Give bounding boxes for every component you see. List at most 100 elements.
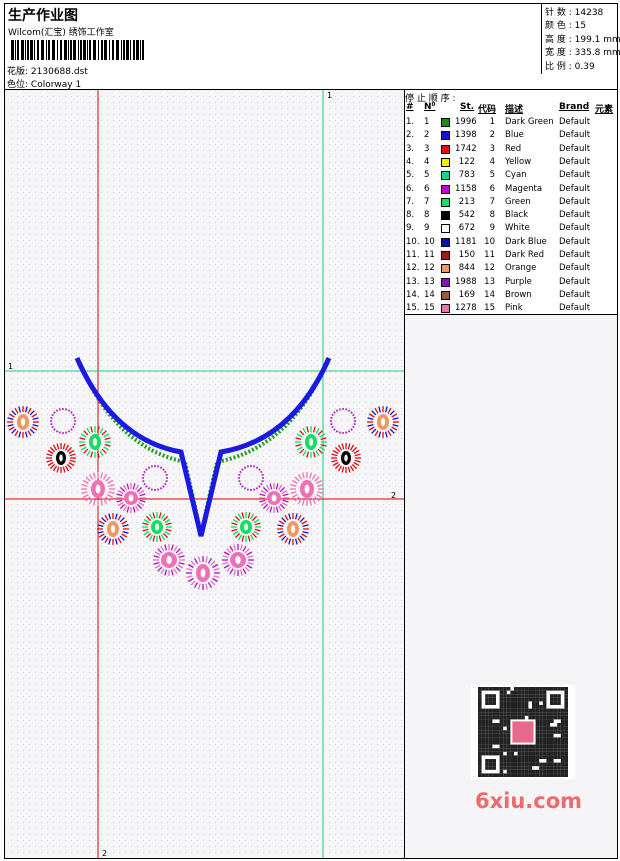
row-code: 10 (484, 236, 495, 247)
row-brand: Default (559, 196, 591, 207)
color-swatch (441, 171, 450, 181)
legend-row: 9. 9 672 9 White Default (405, 222, 617, 235)
row-desc: Cyan (505, 170, 527, 181)
motif-flower (367, 406, 399, 438)
row-brand: Default (559, 236, 591, 247)
qr-center-logo (512, 721, 534, 743)
row-code: 6 (489, 183, 495, 194)
motif-flower (290, 472, 324, 506)
motif-flower (259, 483, 289, 513)
col-header-desc: 描述 (505, 105, 524, 115)
legend-row: 2. 2 1398 2 Blue Default (405, 129, 617, 142)
row-no: 15 (424, 303, 435, 314)
barcode-image (11, 40, 144, 60)
row-brand: Default (559, 250, 591, 260)
row-code: 3 (489, 143, 495, 154)
color-legend: 停 止 顺 序 : # N⁰ St. 代码 描述 Brand 元素 1. 1 199… (404, 89, 618, 315)
motif-flower (116, 483, 146, 513)
motif-flower (331, 443, 361, 473)
row-code: 4 (489, 156, 495, 167)
row-num: 13. (406, 276, 420, 287)
color-swatch (441, 304, 450, 314)
row-num: 12. (406, 263, 420, 274)
stat-height: 高 度 : 199.1 mm (545, 35, 620, 45)
row-code: 1 (489, 117, 495, 127)
color-swatch (441, 118, 450, 127)
legend-row: 13. 13 1988 13 Purple Default (405, 276, 617, 289)
row-stitches: 150 (458, 250, 475, 260)
color-swatch (441, 237, 450, 247)
qr-code-image (471, 685, 575, 779)
col-header-elem: 元素 (595, 105, 614, 115)
row-brand: Default (559, 156, 591, 167)
color-swatch (441, 131, 450, 141)
guide-label-v1: 1 (327, 91, 332, 100)
row-no: 7 (424, 196, 430, 207)
row-num: 4. (406, 156, 415, 167)
legend-row: 14. 14 169 14 Brown Default (405, 289, 617, 302)
row-no: 9 (424, 223, 430, 234)
motif-flower (277, 513, 309, 545)
row-desc: Dark Red (505, 250, 545, 260)
page-title: 生产作业图 (8, 8, 78, 24)
row-stitches: 1398 (455, 130, 477, 141)
motif-flower (222, 544, 254, 576)
row-num: 7. (406, 196, 415, 207)
row-desc: Yellow (505, 156, 532, 167)
row-code: 13 (484, 276, 495, 287)
legend-row: 8. 8 542 8 Black Default (405, 209, 617, 222)
row-num: 10. (406, 236, 420, 247)
row-desc: Black (505, 210, 528, 221)
row-stitches: 1158 (455, 183, 477, 194)
row-code: 5 (489, 170, 495, 181)
company-name: Wilcom(汇宝) 绣饰工作室 (8, 28, 114, 38)
row-num: 14. (406, 289, 420, 300)
watermark-text: 6xiu.com (475, 789, 583, 813)
legend-row: 1. 1 1996 1 Dark Green Default (405, 116, 617, 129)
row-desc: Orange (505, 263, 537, 274)
row-desc: Green (505, 196, 531, 207)
design-value: 2130688.dst (30, 67, 88, 77)
design-canvas[interactable]: 1 2 1 2 (4, 89, 405, 859)
row-code: 9 (489, 223, 495, 234)
legend-row: 4. 4 122 4 Yellow Default (405, 156, 617, 169)
row-num: 6. (406, 183, 415, 194)
stats-panel: 针 数 : 14238 颜 色 : 15 高 度 : 199.1 mm 宽 度 … (541, 4, 620, 74)
col-header-no: N⁰ (424, 102, 436, 112)
row-num: 1. (406, 117, 415, 127)
color-swatch (441, 144, 450, 154)
row-stitches: 1278 (455, 303, 477, 314)
stat-scale: 比 例 : 0.39 (545, 62, 595, 72)
row-stitches: 213 (458, 196, 475, 207)
row-no: 14 (424, 289, 435, 300)
motif-flower (7, 406, 39, 438)
row-brand: Default (559, 170, 591, 181)
legend-row: 7. 7 213 7 Green Default (405, 196, 617, 209)
motif-flower (79, 426, 111, 458)
row-stitches: 1988 (455, 276, 477, 287)
motif-flower (46, 443, 76, 473)
motif-flower (153, 544, 185, 576)
row-num: 5. (406, 170, 415, 181)
row-desc: Brown (505, 289, 532, 300)
row-no: 13 (424, 276, 435, 287)
row-code: 11 (484, 250, 495, 260)
legend-row: 3. 3 1742 3 Red Default (405, 143, 617, 156)
row-stitches: 169 (458, 289, 475, 300)
row-code: 15 (484, 303, 495, 314)
stat-stitches: 针 数 : 14238 (545, 8, 604, 18)
guide-label-h1: 1 (8, 362, 13, 371)
row-brand: Default (559, 276, 591, 287)
legend-row: 6. 6 1158 6 Magenta Default (405, 183, 617, 196)
motif-flower (186, 556, 220, 590)
guide-label-h2: 2 (391, 491, 396, 500)
row-desc: Red (505, 143, 522, 154)
motif-flower (142, 512, 172, 542)
row-no: 12 (424, 263, 435, 274)
row-stitches: 783 (458, 170, 475, 181)
color-swatch (441, 211, 450, 221)
row-no: 8 (424, 210, 430, 221)
col-header-brand: Brand (559, 102, 590, 112)
production-sheet: 生产作业图 Wilcom(汇宝) 绣饰工作室 花版: 2130688.dst 色… (0, 0, 620, 861)
row-code: 8 (489, 210, 495, 221)
